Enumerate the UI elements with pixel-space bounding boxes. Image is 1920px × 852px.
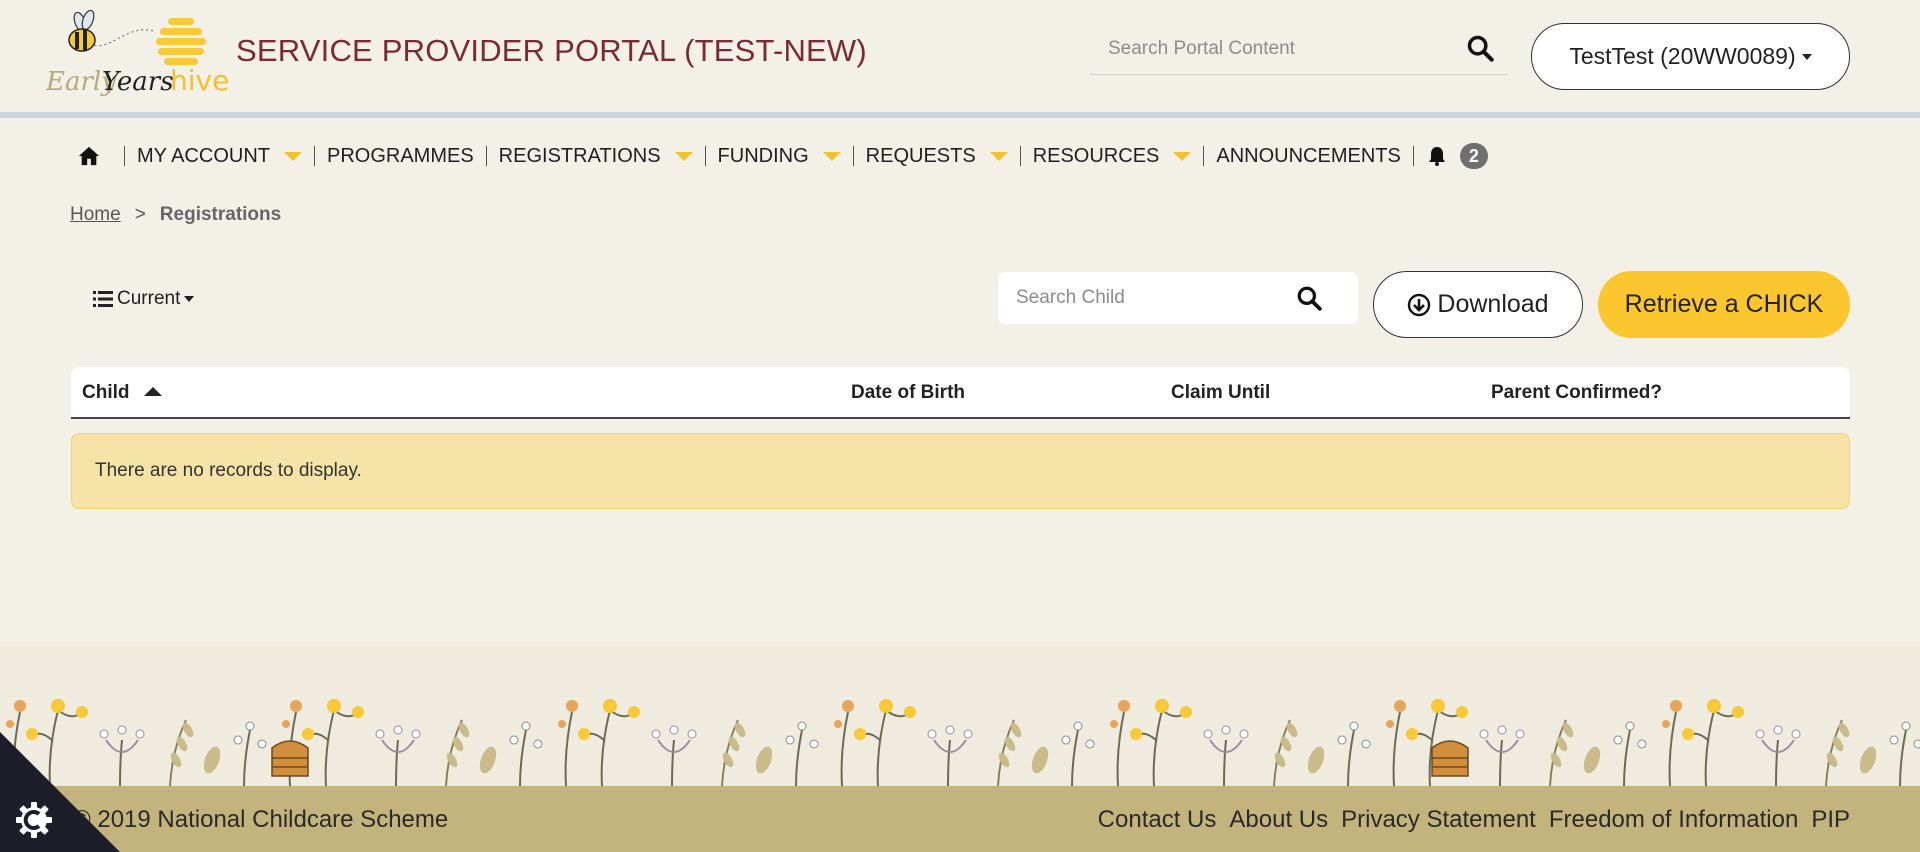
sort-ascending-icon: [143, 386, 162, 396]
dropdown-triangle-icon: [822, 151, 841, 161]
home-icon[interactable]: [78, 144, 102, 168]
nav-item-registrations[interactable]: REGISTRATIONS: [499, 145, 693, 168]
child-search-input[interactable]: [998, 272, 1298, 324]
download-circle-icon: [1408, 293, 1431, 316]
user-account-menu[interactable]: TestTest (20WW0089): [1531, 23, 1850, 90]
dropdown-triangle-icon: [989, 151, 1008, 161]
nav-divider: [1203, 146, 1205, 166]
dropdown-triangle-icon: [283, 151, 302, 161]
site-header: Early Years hive SERVICE PROVIDER PORTAL…: [0, 0, 1920, 113]
cookie-settings-icon[interactable]: [14, 800, 54, 840]
nav-item-label: REGISTRATIONS: [498, 144, 661, 167]
main-navigation: MY ACCOUNT PROGRAMMES REGISTRATIONS FUND…: [0, 118, 1920, 194]
footer-links: Contact Us About Us Privacy Statement Fr…: [1098, 806, 1850, 834]
column-header-parent-confirmed[interactable]: Parent Confirmed?: [1491, 382, 1662, 404]
nav-item-label: ANNOUNCEMENTS: [1216, 144, 1401, 167]
nav-item-requests[interactable]: REQUESTS: [866, 145, 1008, 168]
column-header-child[interactable]: Child: [82, 382, 162, 404]
user-account-label: TestTest (20WW0089): [1569, 43, 1796, 69]
registration-filter-dropdown[interactable]: Current: [93, 288, 195, 310]
logo-word-years: Years: [102, 67, 174, 97]
dropdown-triangle-icon: [674, 151, 693, 161]
chevron-down-icon: [1801, 53, 1812, 60]
table-header-row: Child Date of Birth Claim Until Parent C…: [71, 367, 1850, 419]
nav-divider: [852, 146, 854, 166]
filter-label: Current: [117, 288, 181, 309]
logo-word-hive: hive: [170, 64, 229, 97]
retrieve-chick-label: Retrieve a CHICK: [1624, 290, 1824, 318]
footer-link-pip[interactable]: PIP: [1811, 806, 1850, 834]
nav-item-announcements[interactable]: ANNOUNCEMENTS: [1216, 145, 1400, 168]
copyright-text: © 2019 National Childcare Scheme: [73, 806, 449, 833]
portal-search-input[interactable]: [1090, 24, 1450, 74]
nav-divider: [313, 146, 315, 166]
list-icon: [93, 291, 113, 307]
nav-divider: [1019, 146, 1021, 166]
nav-item-label: RESOURCES: [1032, 144, 1160, 167]
breadcrumb-current: Registrations: [159, 204, 282, 225]
breadcrumb: Home > Registrations: [70, 204, 281, 226]
nav-divider: [1412, 146, 1414, 166]
child-search: [998, 272, 1358, 324]
column-header-date-of-birth[interactable]: Date of Birth: [851, 382, 965, 404]
portal-search: [1090, 24, 1508, 75]
notification-count-badge[interactable]: 2: [1459, 143, 1488, 169]
column-header-label: Child: [82, 382, 130, 403]
site-footer: © 2019 National Childcare Scheme Contact…: [0, 786, 1920, 852]
footer-link-freedom-of-information[interactable]: Freedom of Information: [1549, 806, 1798, 834]
nav-item-funding[interactable]: FUNDING: [718, 145, 841, 168]
bell-icon[interactable]: [1428, 146, 1448, 166]
nav-divider: [485, 146, 487, 166]
download-button[interactable]: Download: [1373, 271, 1583, 338]
nav-item-label: REQUESTS: [865, 144, 976, 167]
portal-title: SERVICE PROVIDER PORTAL (TEST-NEW): [236, 33, 867, 68]
column-header-claim-until[interactable]: Claim Until: [1171, 382, 1270, 404]
download-label: Download: [1437, 290, 1549, 318]
nav-item-resources[interactable]: RESOURCES: [1033, 145, 1192, 168]
nav-item-my-account[interactable]: MY ACCOUNT: [137, 145, 302, 168]
chevron-down-icon: [184, 296, 195, 302]
registrations-table: Child Date of Birth Claim Until Parent C…: [71, 367, 1850, 509]
nav-divider: [124, 146, 125, 166]
footer-link-privacy-statement[interactable]: Privacy Statement: [1341, 806, 1536, 834]
empty-table-notice: There are no records to display.: [71, 433, 1850, 509]
flower-border-illustration: [5, 698, 1920, 786]
nav-divider: [704, 146, 706, 166]
footer-link-about-us[interactable]: About Us: [1229, 806, 1328, 834]
search-icon[interactable]: [1296, 285, 1322, 311]
breadcrumb-home-link[interactable]: Home: [70, 204, 121, 226]
retrieve-chick-button[interactable]: Retrieve a CHICK: [1598, 271, 1850, 338]
search-icon[interactable]: [1466, 34, 1494, 62]
nav-item-label: PROGRAMMES: [326, 144, 474, 167]
dropdown-triangle-icon: [1173, 151, 1192, 161]
early-years-hive-logo[interactable]: Early Years hive: [46, 10, 232, 100]
nav-item-label: MY ACCOUNT: [137, 144, 270, 167]
footer-link-contact-us[interactable]: Contact Us: [1098, 806, 1217, 834]
breadcrumb-separator: >: [134, 204, 146, 225]
nav-item-programmes[interactable]: PROGRAMMES: [327, 145, 474, 168]
nav-item-label: FUNDING: [717, 144, 809, 167]
